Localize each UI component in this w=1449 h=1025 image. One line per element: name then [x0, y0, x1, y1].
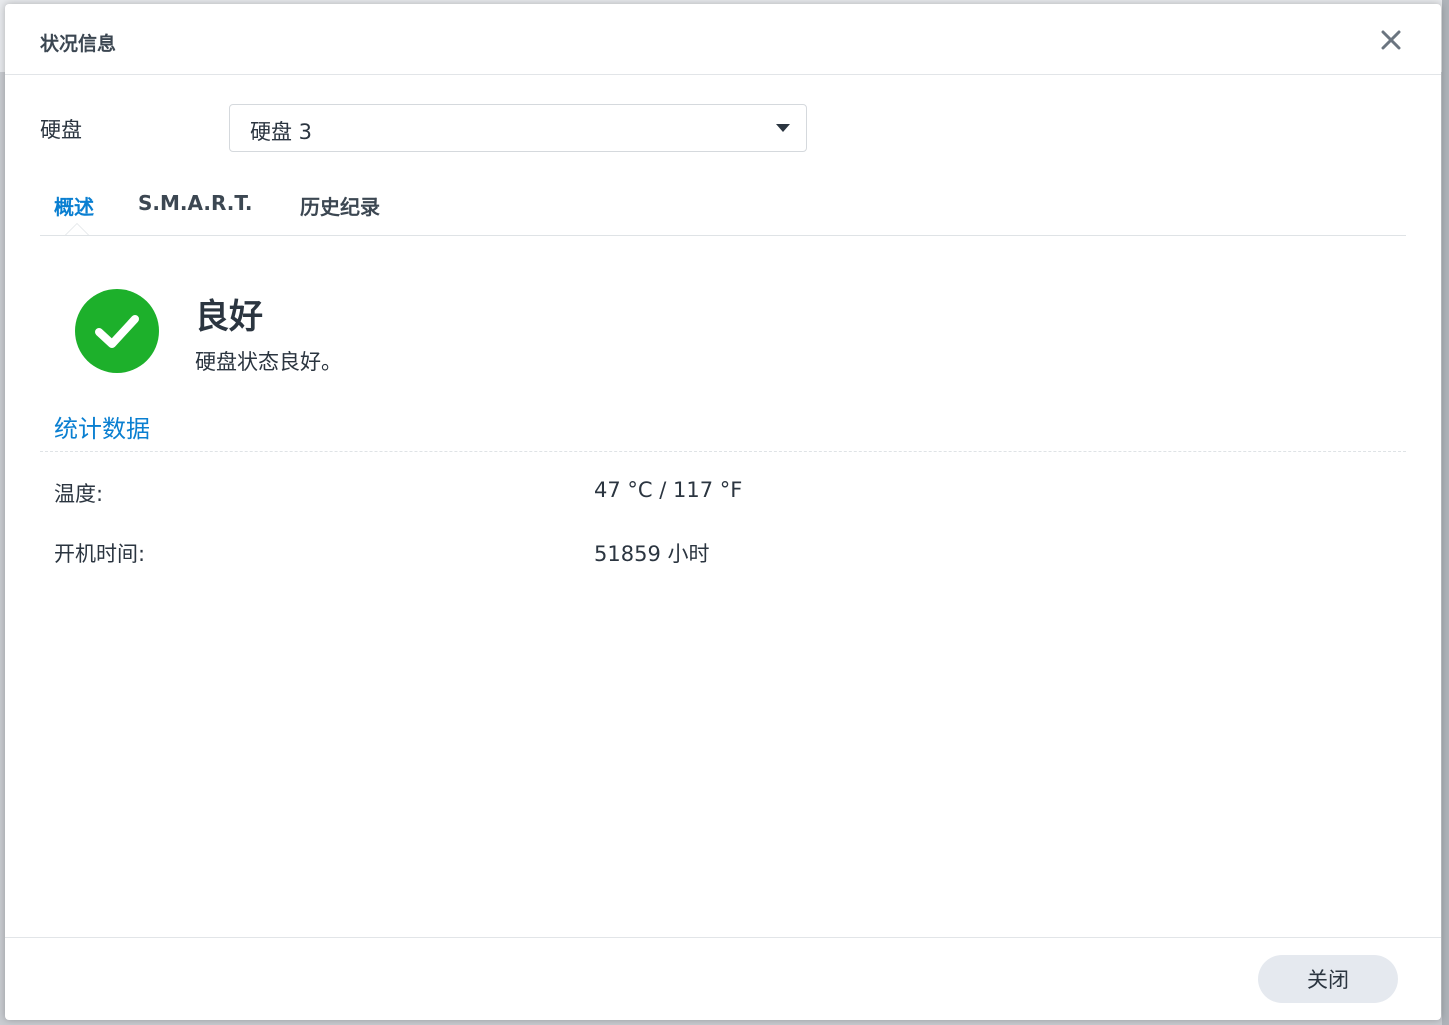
tab-overview[interactable]: 概述 — [54, 191, 94, 220]
close-button[interactable]: 关闭 — [1258, 955, 1398, 1003]
stats-heading: 统计数据 — [54, 415, 150, 443]
dialog-footer: 关闭 — [5, 937, 1441, 1020]
check-circle-icon — [75, 289, 159, 373]
tab-bar: 概述 S.M.A.R.T. 历史纪录 — [40, 174, 1406, 236]
tab-history[interactable]: 历史纪录 — [300, 191, 380, 220]
dialog-title: 状况信息 — [40, 33, 117, 55]
chevron-down-icon — [776, 124, 790, 132]
stat-label: 温度: — [54, 482, 104, 506]
stat-row-temperature: 温度: 47 °C / 117 °F — [54, 478, 1354, 508]
active-tab-indicator — [65, 223, 89, 235]
status-description: 硬盘状态良好。 — [195, 350, 342, 374]
disk-select-value: 硬盘 3 — [250, 120, 313, 144]
disk-select[interactable]: 硬盘 3 — [229, 104, 807, 152]
stat-label: 开机时间: — [54, 542, 146, 566]
status-info-dialog: 状况信息 硬盘 硬盘 3 概述 S.M.A.R.T. 历史纪录 良好 硬盘状态良… — [5, 4, 1441, 1020]
background-scrollbar — [1442, 0, 1449, 1025]
tab-smart[interactable]: S.M.A.R.T. — [138, 191, 253, 215]
close-icon[interactable] — [1375, 24, 1407, 56]
stats-divider — [40, 451, 1406, 452]
stat-row-power-on-time: 开机时间: 51859 小时 — [54, 538, 1354, 568]
stat-value: 51859 小时 — [594, 542, 710, 566]
stat-value: 47 °C / 117 °F — [594, 478, 743, 502]
dialog-header: 状况信息 — [5, 4, 1441, 75]
status-title: 良好 — [195, 297, 263, 337]
disk-label: 硬盘 — [40, 118, 82, 142]
